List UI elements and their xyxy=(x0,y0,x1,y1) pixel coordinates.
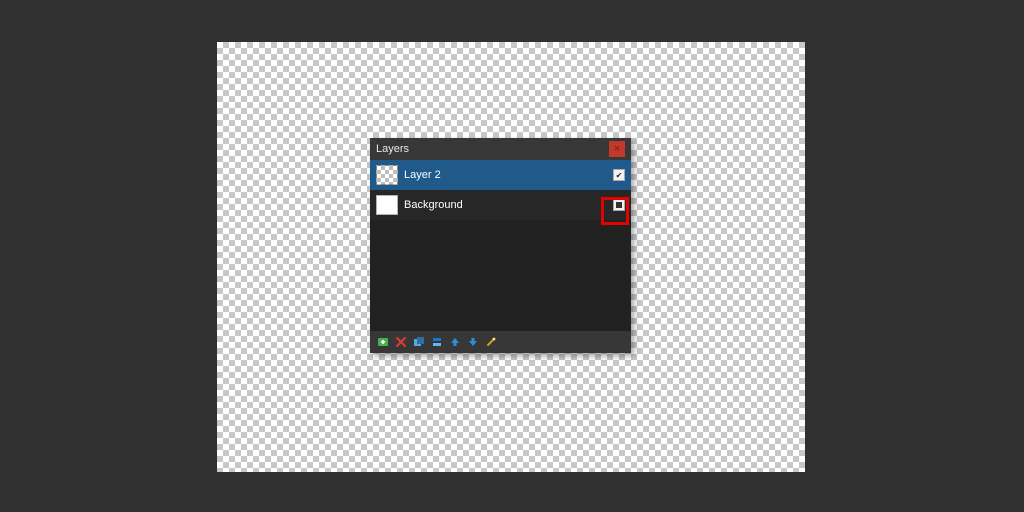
layer-name-label: Layer 2 xyxy=(404,169,607,181)
properties-button[interactable] xyxy=(484,335,498,349)
layers-panel-title: Layers xyxy=(376,143,609,155)
layers-panel-header[interactable]: Layers × xyxy=(370,138,631,160)
duplicate-icon xyxy=(413,336,425,348)
layer-row[interactable]: Background xyxy=(370,190,631,220)
merge-layer-button[interactable] xyxy=(430,335,444,349)
duplicate-layer-button[interactable] xyxy=(412,335,426,349)
close-icon[interactable]: × xyxy=(609,141,625,157)
arrow-down-icon xyxy=(467,336,479,348)
layers-panel-toolbar xyxy=(370,331,631,353)
add-layer-icon xyxy=(377,336,389,348)
layers-panel: Layers × Layer 2 Background xyxy=(370,138,631,353)
add-layer-button[interactable] xyxy=(376,335,390,349)
delete-layer-button[interactable] xyxy=(394,335,408,349)
delete-icon xyxy=(395,336,407,348)
visibility-toggle[interactable] xyxy=(613,199,625,211)
visibility-toggle[interactable] xyxy=(613,169,625,181)
move-up-button[interactable] xyxy=(448,335,462,349)
move-down-button[interactable] xyxy=(466,335,480,349)
layers-list: Layer 2 Background xyxy=(370,160,631,331)
layer-thumbnail xyxy=(376,165,398,185)
merge-icon xyxy=(431,336,443,348)
layer-row[interactable]: Layer 2 xyxy=(370,160,631,190)
layer-name-label: Background xyxy=(404,199,607,211)
layer-thumbnail xyxy=(376,195,398,215)
wand-icon xyxy=(485,336,497,348)
arrow-up-icon xyxy=(449,336,461,348)
